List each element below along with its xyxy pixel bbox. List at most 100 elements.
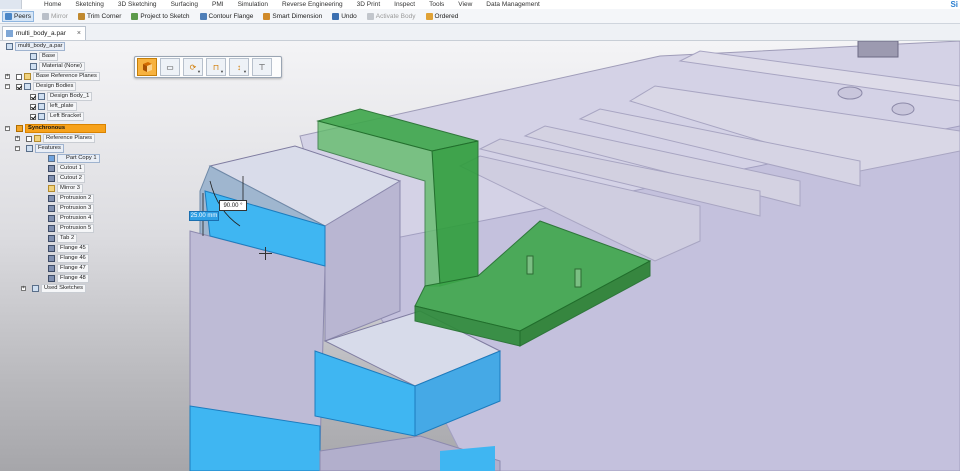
activate-body-button[interactable]: Activate Body xyxy=(365,11,418,22)
visibility-checkbox[interactable] xyxy=(30,103,36,110)
move-button[interactable]: ↕ ▼ xyxy=(229,58,249,76)
tree-label: Material (None) xyxy=(39,62,85,71)
expand-icon[interactable]: + xyxy=(5,74,10,79)
protrusion-icon xyxy=(48,225,55,232)
tree-label: Base Reference Planes xyxy=(33,72,100,81)
smart-dimension-button[interactable]: Smart Dimension xyxy=(261,11,324,22)
tab-tools[interactable]: Tools xyxy=(429,1,444,8)
dimension-button[interactable]: ⊓ ▼ xyxy=(206,58,226,76)
tree-item-protrusion-2[interactable]: Protrusion 2 xyxy=(48,194,95,203)
tree-item-material[interactable]: Material (None) xyxy=(30,62,85,71)
trim-corner-label: Trim Corner xyxy=(86,12,122,20)
tree-item-flange-46[interactable]: Flange 46 xyxy=(48,254,89,263)
tree-label: Synchronous xyxy=(25,124,107,133)
select-face-button[interactable] xyxy=(137,58,157,76)
tree-item-flange-47[interactable]: Flange 47 xyxy=(48,264,89,273)
tab-home[interactable]: Home xyxy=(44,1,61,8)
tree-label: Protrusion 5 xyxy=(57,224,95,233)
tree-item-tab-2[interactable]: Tab 2 xyxy=(48,234,78,243)
3d-model[interactable] xyxy=(0,41,960,471)
rotate-button[interactable]: ⟳ ▼ xyxy=(183,58,203,76)
tab-inspect[interactable]: Inspect xyxy=(394,1,415,8)
chevron-down-icon[interactable]: ▼ xyxy=(220,69,224,74)
tree-item-base[interactable]: Base xyxy=(30,52,59,61)
tree-item-part-copy-1[interactable]: Part Copy 1 xyxy=(48,154,100,163)
collapse-icon[interactable]: − xyxy=(5,126,10,131)
tree-item-left-plate[interactable]: left_plate xyxy=(30,102,77,111)
angle-dimension[interactable]: 90.00 ° xyxy=(219,200,247,211)
tree-label: Left Bracket xyxy=(47,112,84,121)
tree-label: Features xyxy=(35,144,64,153)
tree-item-left-bracket[interactable]: Left Bracket xyxy=(30,112,84,121)
ordered-icon xyxy=(425,12,433,20)
collapse-icon[interactable]: − xyxy=(15,146,20,151)
tree-item-design-bodies[interactable]: − Design Bodies xyxy=(5,82,77,91)
mirror-icon xyxy=(48,185,55,192)
tab-view[interactable]: View xyxy=(458,1,472,8)
close-icon[interactable]: × xyxy=(77,30,81,37)
tree-item-cutout-1[interactable]: Cutout 1 xyxy=(48,164,85,173)
tree-item-document[interactable]: multi_body_a.par xyxy=(6,42,66,51)
tree-item-flange-48[interactable]: Flange 48 xyxy=(48,274,89,283)
visibility-checkbox[interactable] xyxy=(26,135,32,142)
synchronous-icon xyxy=(16,125,23,132)
document-tab[interactable]: multi_body_a.par × xyxy=(2,26,86,40)
visibility-checkbox[interactable] xyxy=(30,113,36,120)
tree-item-synchronous[interactable]: − Synchronous xyxy=(5,124,107,133)
smart-dimension-label: Smart Dimension xyxy=(272,12,323,20)
tree-item-mirror-3[interactable]: Mirror 3 xyxy=(48,184,83,193)
part-copy-icon xyxy=(48,155,55,162)
collapse-icon[interactable]: − xyxy=(5,84,10,89)
tree-item-features[interactable]: − Features xyxy=(15,144,64,153)
chevron-down-icon[interactable]: ▼ xyxy=(197,69,201,74)
flange-tool-button[interactable]: ⊤ xyxy=(252,58,272,76)
tree-item-base-reference-planes[interactable]: + Base Reference Planes xyxy=(5,72,100,81)
tree-label: Base xyxy=(39,52,59,61)
tree-item-reference-planes[interactable]: + Reference Planes xyxy=(15,134,96,143)
visibility-checkbox[interactable] xyxy=(30,93,36,100)
project-icon xyxy=(131,12,139,20)
protrusion-icon xyxy=(48,205,55,212)
tree-item-flange-45[interactable]: Flange 45 xyxy=(48,244,89,253)
tab-3d-print[interactable]: 3D Print xyxy=(357,1,380,8)
peers-label: Peers xyxy=(14,12,31,20)
mirror-icon xyxy=(41,12,49,20)
chevron-down-icon[interactable]: ▼ xyxy=(243,69,247,74)
pathfinder-tree: multi_body_a.par Base Material (None) + … xyxy=(0,41,130,293)
tab-icon xyxy=(48,235,55,242)
expand-icon[interactable]: + xyxy=(15,136,20,141)
project-to-sketch-label: Project to Sketch xyxy=(140,12,190,20)
visibility-checkbox[interactable] xyxy=(16,73,22,80)
project-to-sketch-button[interactable]: Project to Sketch xyxy=(129,11,191,22)
move-icon: ↕ xyxy=(237,62,241,72)
tree-item-protrusion-4[interactable]: Protrusion 4 xyxy=(48,214,95,223)
tree-label: Mirror 3 xyxy=(57,184,83,193)
expand-icon[interactable]: + xyxy=(21,286,26,291)
graphics-window[interactable]: multi_body_a.par Base Material (None) + … xyxy=(0,41,960,471)
undo-button[interactable]: Undo xyxy=(330,11,359,22)
tree-item-cutout-2[interactable]: Cutout 2 xyxy=(48,174,85,183)
tab-data-management[interactable]: Data Management xyxy=(486,1,539,8)
base-icon xyxy=(30,53,37,60)
application-button[interactable] xyxy=(0,0,22,9)
length-dimension-input[interactable]: 25.00 mm xyxy=(189,211,219,221)
contour-flange-icon xyxy=(199,12,207,20)
tree-item-protrusion-3[interactable]: Protrusion 3 xyxy=(48,204,95,213)
contour-flange-button[interactable]: Contour Flange xyxy=(198,11,256,22)
tree-item-design-body-1[interactable]: Design Body_1 xyxy=(30,92,93,101)
visibility-checkbox[interactable] xyxy=(16,83,22,90)
tab-reverse-engineering[interactable]: Reverse Engineering xyxy=(282,1,343,8)
tab-sketching[interactable]: Sketching xyxy=(75,1,104,8)
tree-item-protrusion-5[interactable]: Protrusion 5 xyxy=(48,224,95,233)
peers-button[interactable]: Peers xyxy=(2,10,34,22)
tree-item-used-sketches[interactable]: + Used Sketches xyxy=(21,284,86,293)
tab-pmi[interactable]: PMI xyxy=(212,1,224,8)
tab-simulation[interactable]: Simulation xyxy=(238,1,268,8)
mirror-button[interactable]: Mirror xyxy=(40,11,70,22)
ordered-button[interactable]: Ordered xyxy=(424,11,461,22)
face-priority-button[interactable]: ▭ xyxy=(160,58,180,76)
trim-corner-button[interactable]: Trim Corner xyxy=(76,11,123,22)
tab-3d-sketching[interactable]: 3D Sketching xyxy=(118,1,157,8)
tab-surfacing[interactable]: Surfacing xyxy=(171,1,198,8)
tree-label: Design Bodies xyxy=(33,82,77,91)
